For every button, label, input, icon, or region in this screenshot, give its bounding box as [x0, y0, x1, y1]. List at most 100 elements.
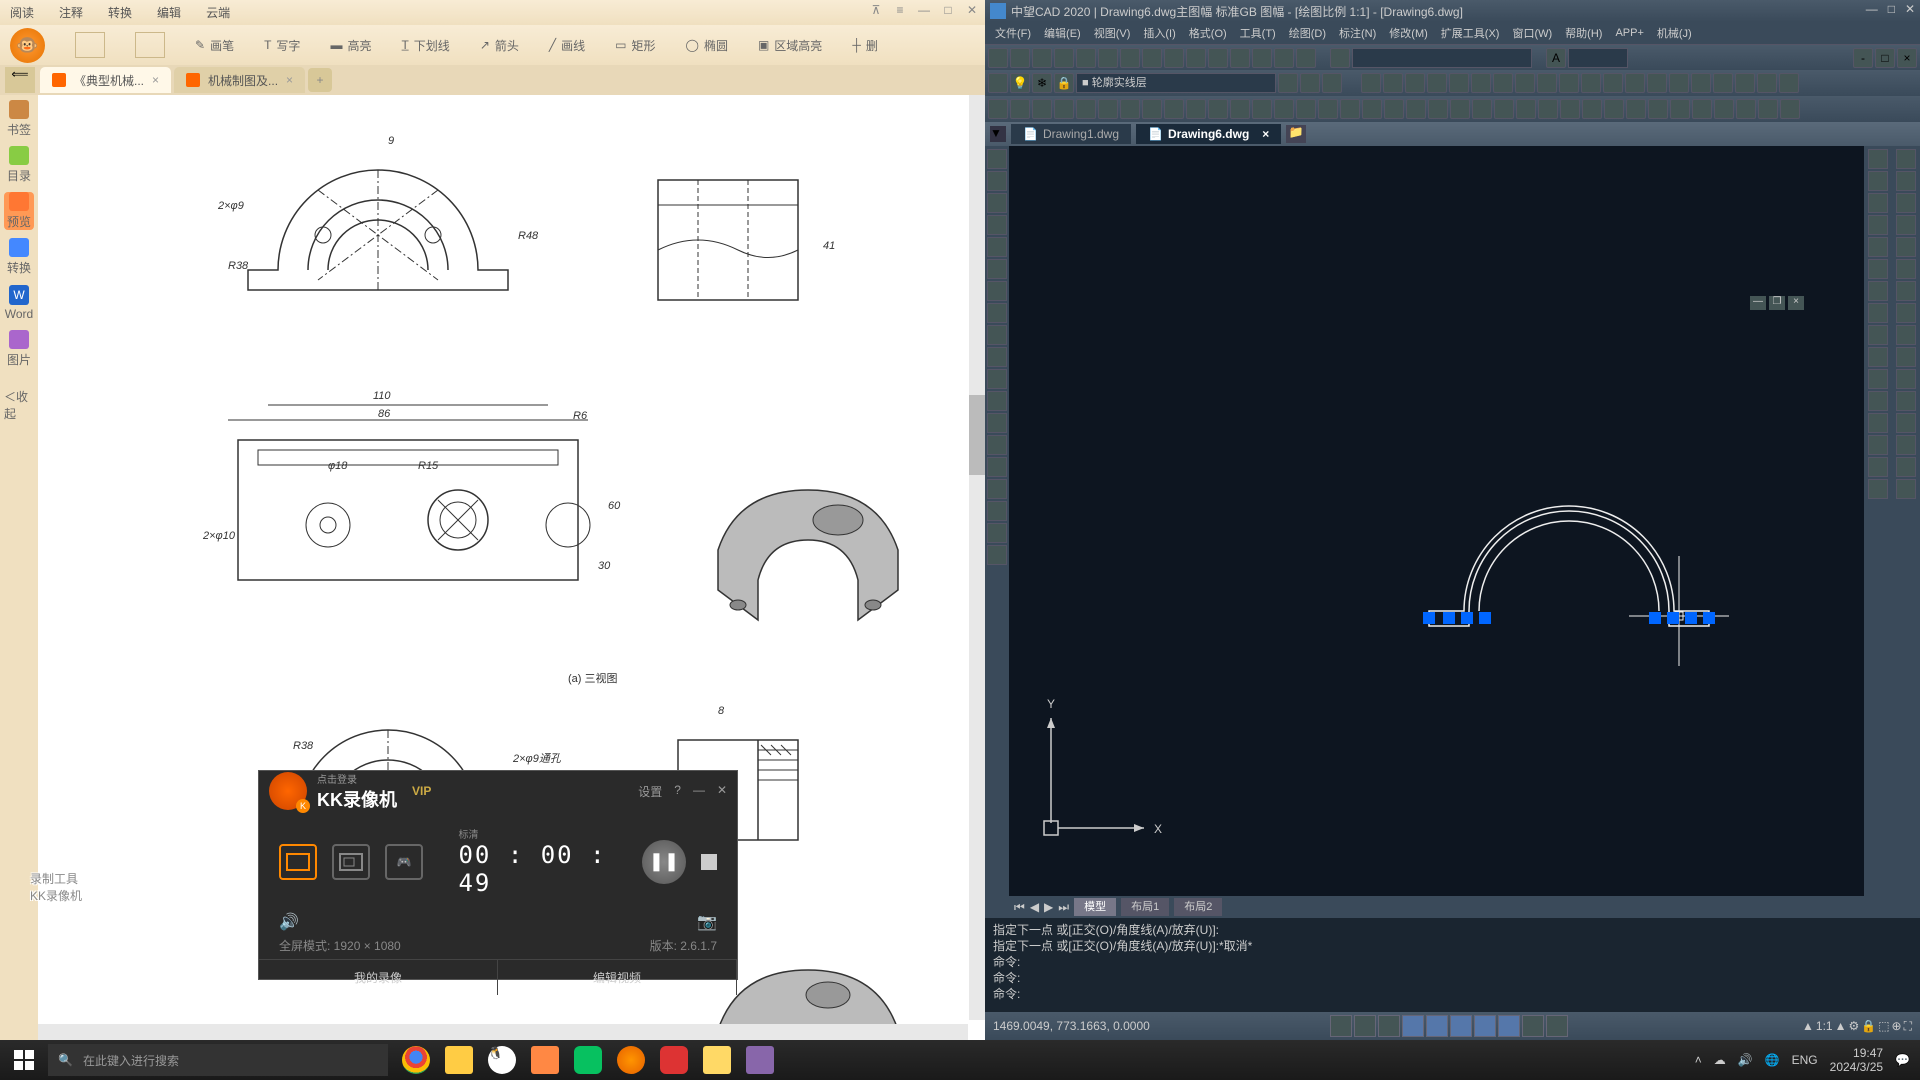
inner-min-icon[interactable]: - [1853, 48, 1873, 68]
hardware-icon[interactable]: ⬚ [1878, 1019, 1889, 1034]
grip-point[interactable] [1685, 612, 1697, 624]
mode-fullscreen-button[interactable] [279, 844, 317, 880]
m28-icon[interactable] [1582, 99, 1602, 119]
tab-add-button[interactable]: + [308, 68, 332, 92]
open-icon[interactable] [1010, 48, 1030, 68]
r12-icon[interactable] [1896, 391, 1916, 411]
tool-rect[interactable]: ▭矩形 [615, 37, 655, 54]
hatch-icon[interactable] [987, 457, 1007, 477]
m9-icon[interactable] [1164, 99, 1184, 119]
polygon-icon[interactable] [987, 215, 1007, 235]
m12-icon[interactable] [1230, 99, 1250, 119]
inner-close-icon[interactable]: × [1897, 48, 1917, 68]
grip-point[interactable] [1649, 612, 1661, 624]
help-icon[interactable]: ? [674, 783, 681, 800]
erase-icon[interactable] [1868, 149, 1888, 169]
m3-icon[interactable] [1032, 99, 1052, 119]
otrack-button[interactable] [1450, 1015, 1472, 1037]
insert-icon[interactable] [987, 391, 1007, 411]
tab-next-icon[interactable]: ▶ [1044, 900, 1053, 914]
grip-point[interactable] [1461, 612, 1473, 624]
menu-mech[interactable]: 机械(J) [1652, 25, 1697, 41]
cad-arch-object[interactable] [1409, 496, 1729, 679]
dim-style-icon[interactable] [1779, 73, 1799, 93]
taskbar-app4[interactable] [525, 1040, 565, 1080]
taskbar-wechat[interactable] [568, 1040, 608, 1080]
polar-button[interactable] [1402, 1015, 1424, 1037]
lwt-button[interactable] [1498, 1015, 1520, 1037]
m36-icon[interactable] [1758, 99, 1778, 119]
r1-icon[interactable] [1896, 149, 1916, 169]
tray-notification-icon[interactable]: 💬 [1895, 1053, 1910, 1067]
linetype-combo[interactable] [1352, 48, 1532, 68]
open-icon[interactable] [75, 32, 105, 58]
m24-icon[interactable] [1494, 99, 1514, 119]
clean-icon[interactable]: ⛶ [1904, 1019, 1912, 1034]
trim-icon[interactable] [1868, 347, 1888, 367]
pdf-tab-1[interactable]: 《典型机械...× [40, 67, 171, 93]
sidebar-collapse[interactable]: ＜收起 [4, 386, 34, 424]
menu-ext[interactable]: 扩展工具(X) [1436, 25, 1505, 41]
dim-center-icon[interactable] [1647, 73, 1667, 93]
m11-icon[interactable] [1208, 99, 1228, 119]
menu-window[interactable]: 窗口(W) [1507, 25, 1557, 41]
zoom-icon[interactable] [1252, 48, 1272, 68]
dim-space-icon[interactable] [1581, 73, 1601, 93]
camera-icon[interactable]: 📷 [697, 912, 717, 932]
redo-icon[interactable] [1208, 48, 1228, 68]
dim-update-icon[interactable] [1757, 73, 1777, 93]
r4-icon[interactable] [1896, 215, 1916, 235]
m31-icon[interactable] [1648, 99, 1668, 119]
qp-button[interactable] [1546, 1015, 1568, 1037]
grip-point[interactable] [1703, 612, 1715, 624]
line-icon[interactable] [987, 149, 1007, 169]
r16-icon[interactable] [1896, 479, 1916, 499]
maximize-icon[interactable]: □ [1888, 2, 1895, 16]
tool-underline[interactable]: T̲下划线 [401, 37, 449, 54]
pause-button[interactable]: ❚❚ [642, 840, 686, 884]
menu-app[interactable]: APP+ [1610, 27, 1648, 39]
close-icon[interactable]: × [1262, 127, 1269, 141]
filetab-new-icon[interactable]: 📁 [1286, 125, 1306, 143]
taskbar-app2[interactable] [439, 1040, 479, 1080]
m8-icon[interactable] [1142, 99, 1162, 119]
minimize-icon[interactable]: — [916, 3, 932, 19]
sound-icon[interactable]: 🔊 [279, 912, 299, 932]
taskbar-qq[interactable]: 🐧 [482, 1040, 522, 1080]
point-icon[interactable] [987, 435, 1007, 455]
sidebar-convert[interactable]: 转换 [4, 238, 34, 276]
isolate-icon[interactable]: ⊕ [1892, 1019, 1902, 1034]
new-icon[interactable] [988, 48, 1008, 68]
block-icon[interactable] [987, 413, 1007, 433]
gradient-icon[interactable] [987, 479, 1007, 499]
close-icon[interactable]: ✕ [1905, 2, 1915, 16]
undo-icon[interactable] [1186, 48, 1206, 68]
r9-icon[interactable] [1896, 325, 1916, 345]
sidebar-word[interactable]: WWord [4, 284, 34, 322]
r6-icon[interactable] [1896, 259, 1916, 279]
close-icon[interactable]: ✕ [717, 783, 727, 800]
tool-ellipse[interactable]: ◯椭圆 [686, 37, 728, 54]
m21-icon[interactable] [1428, 99, 1448, 119]
snap-button[interactable] [1330, 1015, 1352, 1037]
r7-icon[interactable] [1896, 281, 1916, 301]
scroll-thumb[interactable] [969, 395, 985, 475]
close-icon[interactable]: × [152, 73, 159, 87]
annotation-icon[interactable]: ▲ [1802, 1019, 1814, 1034]
m6-icon[interactable] [1098, 99, 1118, 119]
m17-icon[interactable] [1340, 99, 1360, 119]
table-icon[interactable] [987, 523, 1007, 543]
fillet-icon[interactable] [1868, 457, 1888, 477]
osnap-button[interactable] [1426, 1015, 1448, 1037]
pan-icon[interactable] [1230, 48, 1250, 68]
close-icon[interactable]: × [286, 73, 293, 87]
start-button[interactable] [0, 1040, 48, 1080]
menu-insert[interactable]: 插入(I) [1138, 25, 1180, 41]
m22-icon[interactable] [1450, 99, 1470, 119]
taskbar-chrome[interactable] [396, 1040, 436, 1080]
r13-icon[interactable] [1896, 413, 1916, 433]
m13-icon[interactable] [1252, 99, 1272, 119]
kk-editvideo-button[interactable]: 编辑视频 [498, 960, 737, 995]
dim-arc-icon[interactable] [1405, 73, 1425, 93]
app-logo-icon[interactable]: 🐵 [10, 28, 45, 63]
